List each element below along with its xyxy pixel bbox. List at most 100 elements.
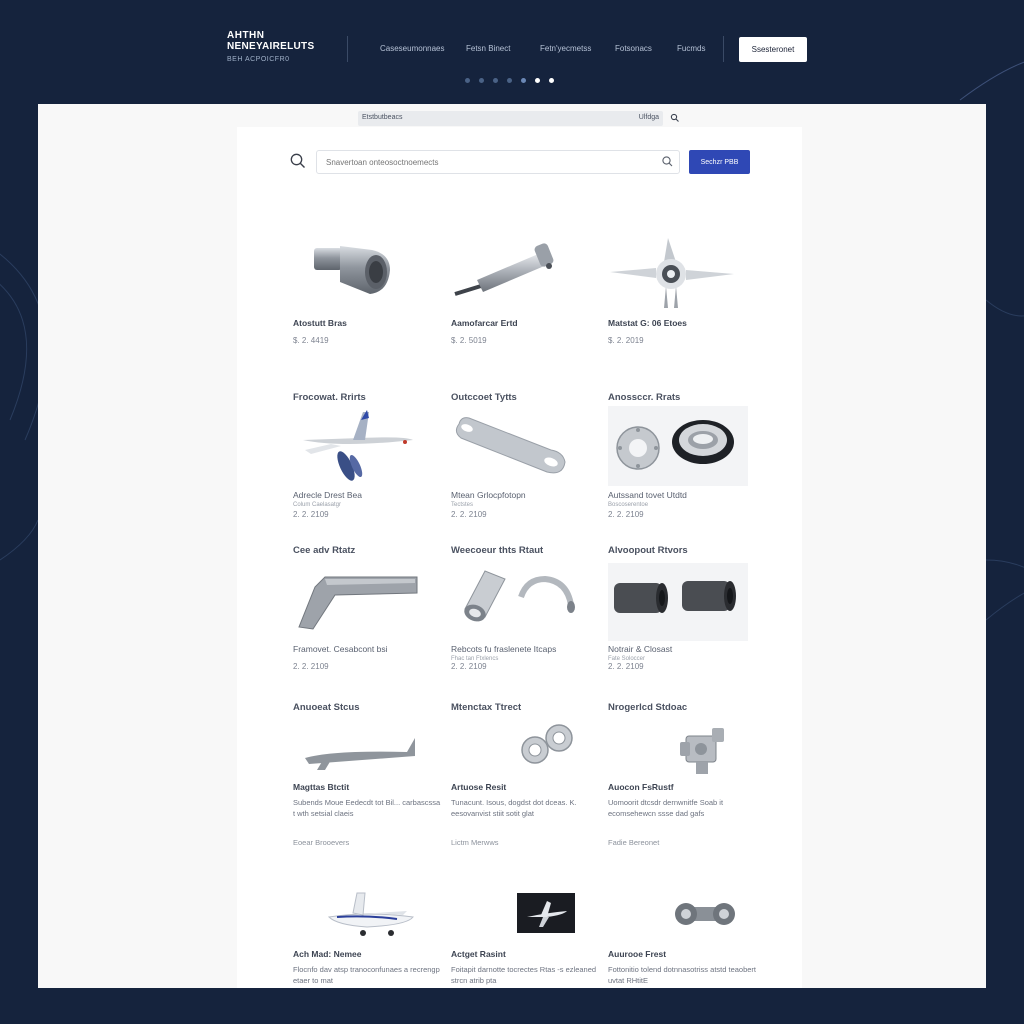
carousel-dot[interactable] xyxy=(549,78,554,83)
product-price: 2. 2. 2109 xyxy=(608,662,644,671)
product-price: 2. 2. 2109 xyxy=(451,662,487,671)
nav-divider-left xyxy=(347,36,348,62)
category-heading: Frocowat. Rrirts xyxy=(293,392,366,403)
product-name: Magttas Btctit xyxy=(293,782,350,792)
product-name: Aamofarcar Ertd xyxy=(451,318,518,328)
bearing-assembly-icon xyxy=(674,897,738,931)
product-card[interactable]: Weecoeur thts Rtaut Rebcots fu fraslenet… xyxy=(451,545,596,675)
nav-link-5[interactable]: Fucmds xyxy=(677,44,705,53)
search-button[interactable]: Sechzr PBB xyxy=(689,150,750,174)
tube-fittings-icon xyxy=(455,565,579,629)
product-card[interactable]: Ach Mad: Nemee Flocnfo dav atsp tranocon… xyxy=(293,885,440,985)
product-card[interactable]: Aamofarcar Ertd $. 2. 5019 xyxy=(451,228,596,353)
magnifier-icon[interactable] xyxy=(661,155,674,168)
carousel-dot[interactable] xyxy=(507,78,512,83)
product-card[interactable]: Outccoet Tytts Mtean Grlocpfotopn Tectst… xyxy=(451,392,596,522)
product-name: Actget Rasint xyxy=(451,949,506,959)
carousel-dot-active[interactable] xyxy=(535,78,540,83)
product-meta: Eoear Brooevers xyxy=(293,838,350,847)
product-card[interactable]: Nrogerlcd Stdoac Auocon FsRustf Uomoorit… xyxy=(608,702,753,852)
product-description: Foitapit darnotte tocrectes Rtas -s ezle… xyxy=(451,965,597,985)
carousel-dot[interactable] xyxy=(521,78,526,83)
product-card[interactable]: Frocowat. Rrirts Adrecle Drest Bea Colum… xyxy=(293,392,438,522)
product-subtitle: Boscoserentoe xyxy=(608,502,649,508)
category-heading: Nrogerlcd Stdoac xyxy=(608,702,688,713)
light-plane-icon xyxy=(327,891,417,941)
exhaust-nozzle-icon xyxy=(310,234,392,300)
category-heading: Outccoet Tytts xyxy=(451,392,517,403)
product-price: 2. 2. 2109 xyxy=(293,510,329,519)
nav-link-1[interactable]: Caseseumonnaes xyxy=(380,44,444,53)
product-name: Mtean Grlocpfotopn xyxy=(451,490,526,500)
product-subtitle: Tectstes xyxy=(451,502,474,508)
product-price: $. 2. 5019 xyxy=(451,336,487,345)
search-icon[interactable] xyxy=(289,152,307,170)
washer-seal-icon xyxy=(608,406,748,486)
carousel-dots xyxy=(465,78,554,83)
brand-tagline: BEH ACPOICFR0 xyxy=(227,56,290,63)
product-name: Matstat G: 06 Etoes xyxy=(608,318,687,328)
product-card[interactable]: Alvoopout Rtvors Notrair & Closast Fate … xyxy=(608,545,753,675)
breadcrumb-right[interactable]: Ulfdga xyxy=(639,114,659,121)
product-card[interactable]: Anossccr. Rrats Autssand tovet Utdtd Bos… xyxy=(608,392,753,522)
category-heading: Anossccr. Rrats xyxy=(608,392,681,403)
nav-link-3[interactable]: Fetn'yecmetss xyxy=(540,44,591,53)
product-description: Fottonitio tolend dotnnasotriss atstd te… xyxy=(608,965,757,985)
product-meta: Lictm Merwws xyxy=(451,838,499,847)
product-card[interactable]: Atostutt Bras $. 2. 4419 xyxy=(293,228,438,353)
product-name: Adrecle Drest Bea xyxy=(293,490,362,500)
product-name: Framovet. Cesabcont bsi xyxy=(293,644,388,654)
brand-logo[interactable]: AHTHN NENEYAIRELUTS BEH ACPOICFR0 xyxy=(227,30,314,65)
carousel-dot[interactable] xyxy=(465,78,470,83)
product-price: 2. 2. 2109 xyxy=(608,510,644,519)
product-meta: Fadie Bereonet xyxy=(608,838,660,847)
product-description: Tunacunt. Isous, dogdst dot dceas. K. ee… xyxy=(451,798,577,818)
jet-aircraft-icon xyxy=(301,408,416,486)
product-name: Artuose Resit xyxy=(451,782,507,792)
product-card[interactable]: Matstat G: 06 Etoes $. 2. 2019 xyxy=(608,228,753,353)
product-name: Notrair & Closast xyxy=(608,644,673,654)
product-name: Atostutt Bras xyxy=(293,318,347,328)
jet-silhouette-icon xyxy=(517,893,575,933)
brand-line-1: AHTHN xyxy=(227,30,265,41)
product-name: Autssand tovet Utdtd xyxy=(608,490,687,500)
top-navigation: AHTHN NENEYAIRELUTS BEH ACPOICFR0 Casese… xyxy=(0,0,1024,100)
bracket-plate-icon xyxy=(451,416,569,480)
product-name: Rebcots fu fraslenete Itcaps xyxy=(451,644,557,654)
product-name: Auocon FsRustf xyxy=(608,782,674,792)
search-icon[interactable] xyxy=(669,112,681,124)
product-description: Uomoorit dtcsdr dernwnitfe Soab it ecoms… xyxy=(608,798,724,818)
product-card[interactable]: Mtenctax Ttrect Artuose Resit Tunacunt. … xyxy=(451,702,596,852)
brand-line-2: NENEYAIRELUTS xyxy=(227,41,315,52)
category-heading: Alvoopout Rtvors xyxy=(608,545,688,556)
nav-link-4[interactable]: Fotsonacs xyxy=(615,44,652,53)
category-heading: Mtenctax Ttrect xyxy=(451,702,522,713)
nav-cta-button[interactable]: Ssesteronet xyxy=(739,37,807,62)
product-price: 2. 2. 2109 xyxy=(451,510,487,519)
breadcrumb-left[interactable]: Etstbutbeacs xyxy=(362,114,402,121)
product-subtitle: Colum Caelasatgr xyxy=(293,502,342,508)
product-name: Auurooe Frest xyxy=(608,949,667,959)
product-price: 2. 2. 2109 xyxy=(293,662,329,671)
landing-strut-icon xyxy=(295,573,420,635)
product-card[interactable]: Cee adv Rtatz Framovet. Cesabcont bsi 2.… xyxy=(293,545,438,675)
product-description: Flocnfo dav atsp tranoconfunaes a recren… xyxy=(293,965,440,985)
carousel-dot[interactable] xyxy=(493,78,498,83)
valve-block-icon xyxy=(676,722,730,778)
search-input[interactable] xyxy=(316,150,680,174)
product-description: Subends Moue Eedecdt tot Bil... carbascs… xyxy=(293,798,441,818)
product-price: $. 2. 2019 xyxy=(608,336,644,345)
strut-rod-icon xyxy=(451,236,561,300)
product-card[interactable]: Actget Rasint Foitapit darnotte tocrecte… xyxy=(451,885,596,985)
product-card[interactable]: Anuoeat Stcus Magttas Btctit Subends Mou… xyxy=(293,702,440,852)
bearing-rings-icon xyxy=(517,722,579,770)
bushing-pair-icon xyxy=(608,563,748,641)
breadcrumb: Etstbutbeacs Ulfdga xyxy=(358,111,663,126)
aircraft-frame-icon xyxy=(303,730,418,774)
nav-link-2[interactable]: Fetsn Binect xyxy=(466,44,510,53)
product-name: Ach Mad: Nemee xyxy=(293,949,362,959)
category-heading: Weecoeur thts Rtaut xyxy=(451,545,544,556)
category-heading: Anuoeat Stcus xyxy=(293,702,360,713)
product-card[interactable]: Auurooe Frest Fottonitio tolend dotnnaso… xyxy=(608,885,756,985)
carousel-dot[interactable] xyxy=(479,78,484,83)
